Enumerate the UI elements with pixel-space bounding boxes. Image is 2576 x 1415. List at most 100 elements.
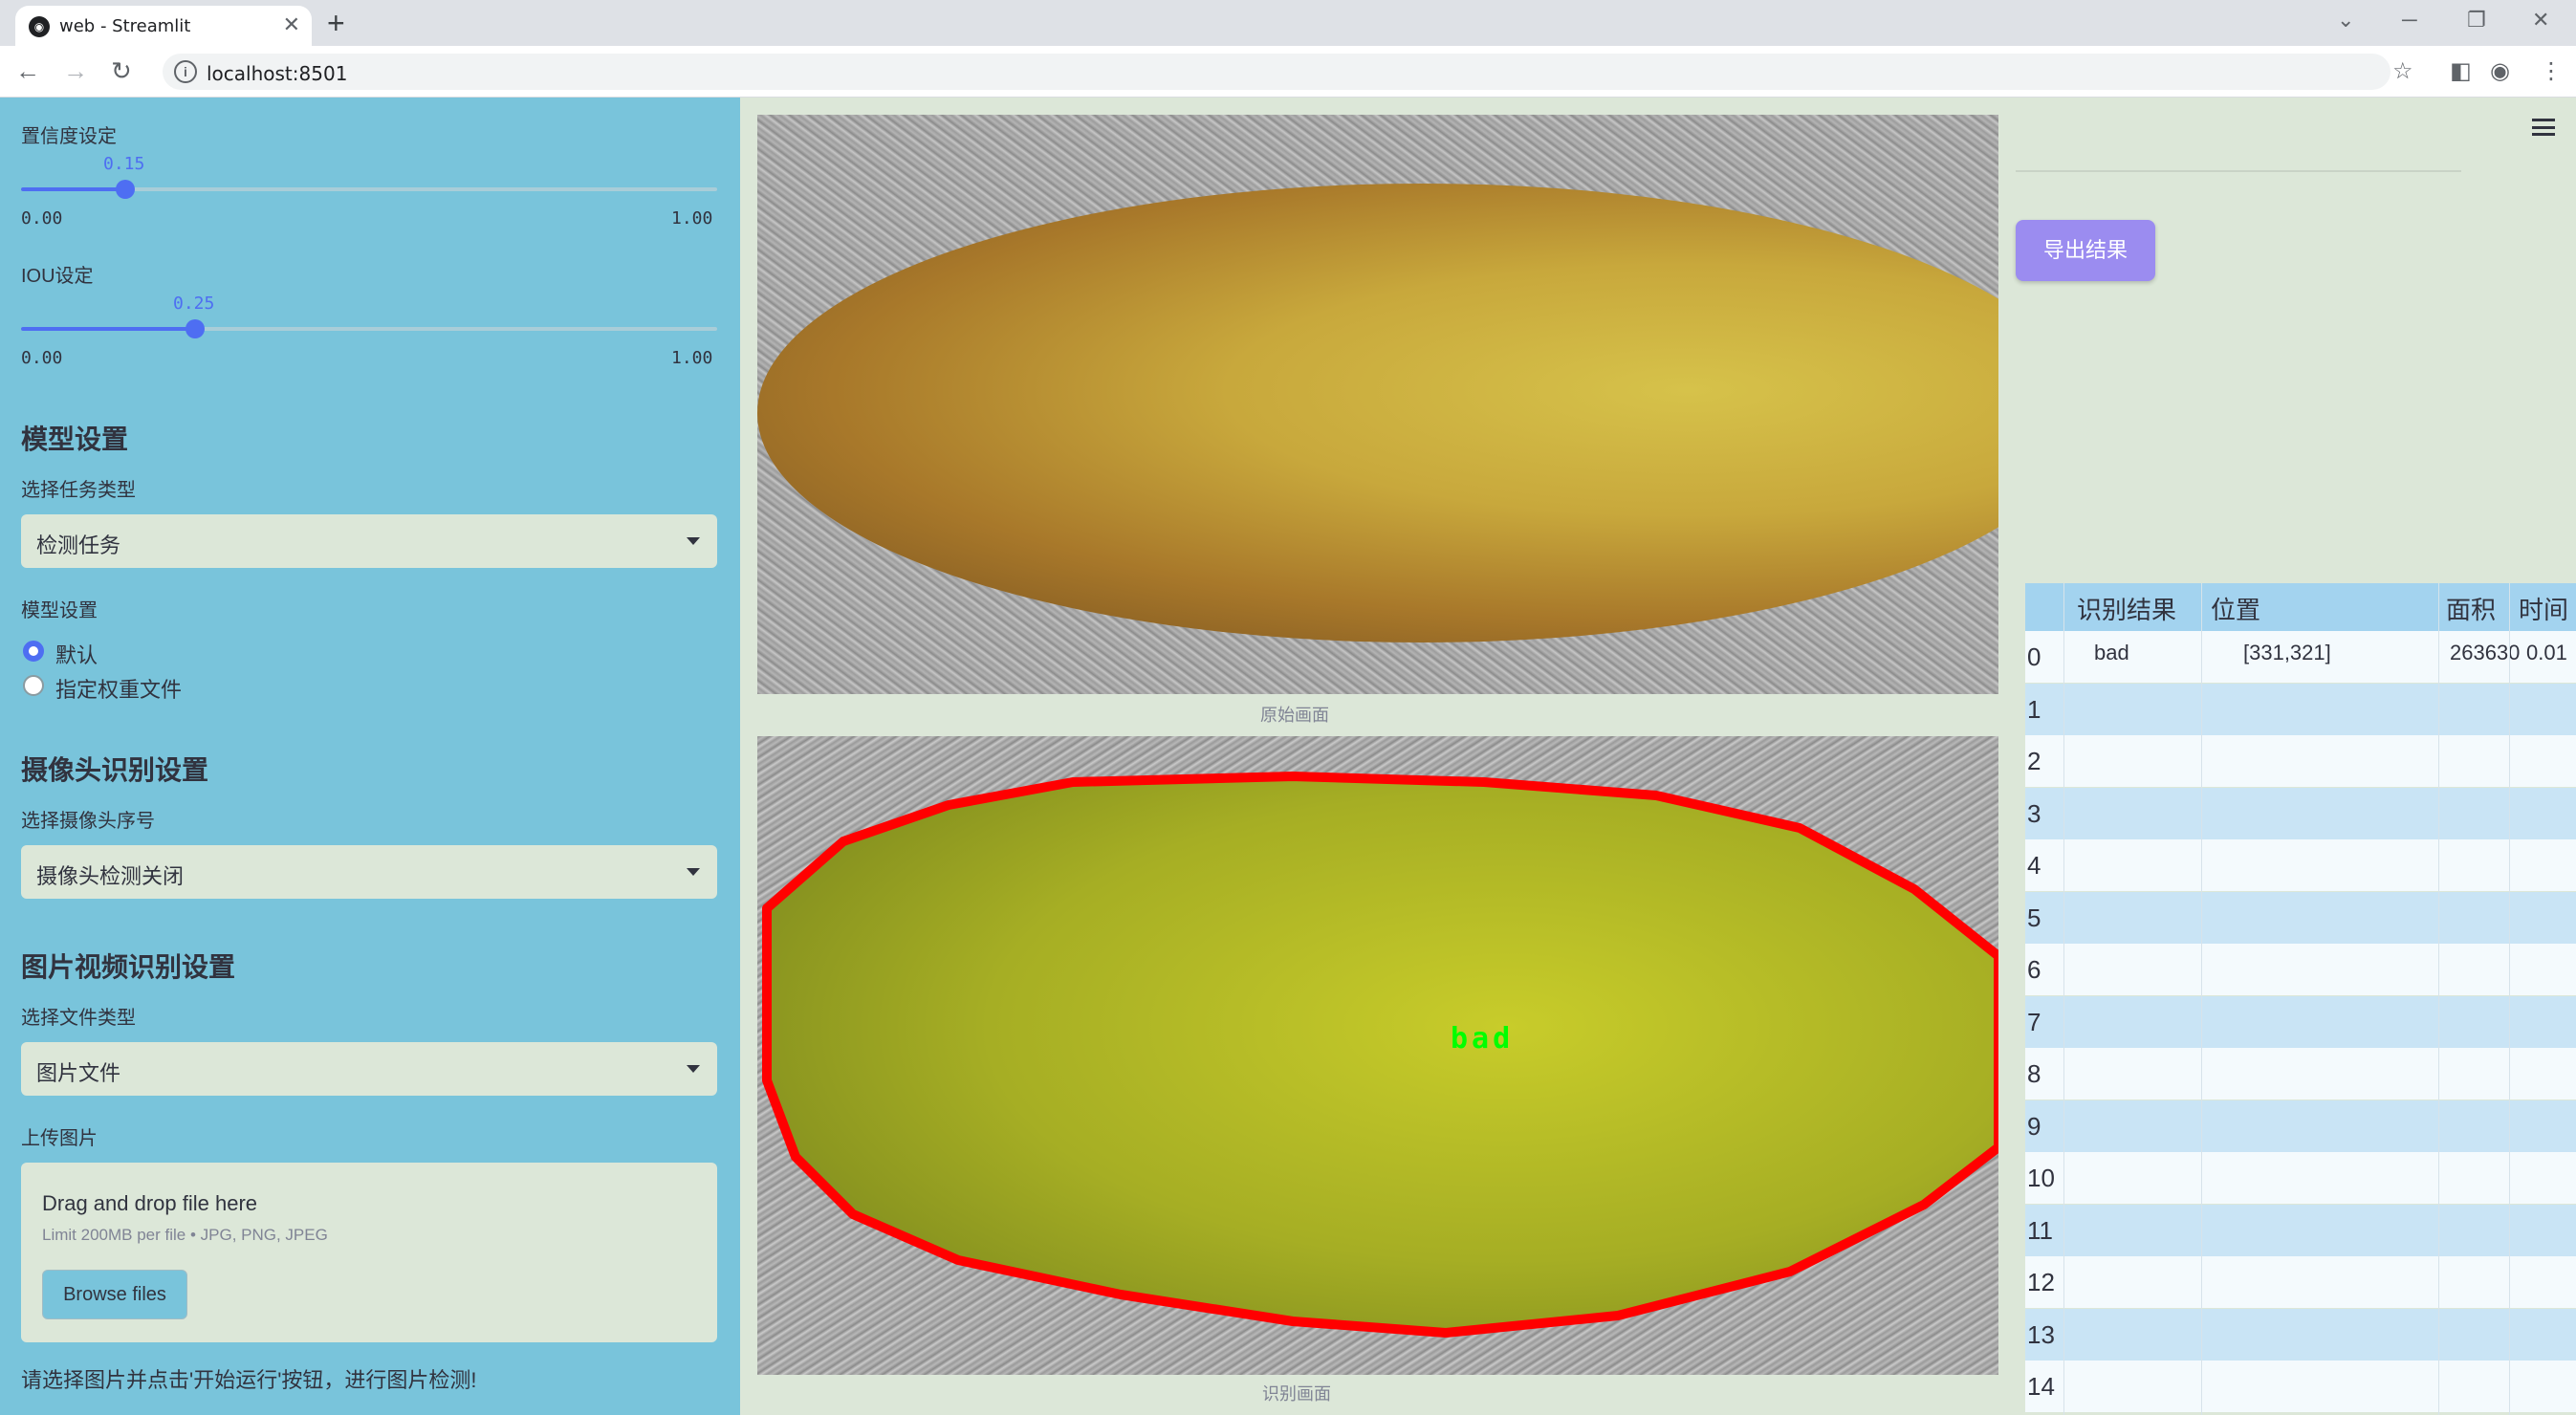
row-index: 5 (2027, 903, 2041, 932)
radio-off-icon[interactable] (23, 675, 44, 696)
back-icon[interactable]: ← (15, 56, 40, 86)
table-row[interactable]: 8 (2025, 1048, 2576, 1099)
camera-select[interactable]: 摄像头检测关闭 (21, 845, 717, 899)
iou-slider[interactable] (21, 319, 717, 338)
url-text: localhost:8501 (207, 62, 348, 85)
file-type-select[interactable]: 图片文件 (21, 1042, 717, 1096)
confidence-slider-thumb[interactable] (116, 180, 135, 199)
dropzone-title: Drag and drop file here (42, 1191, 258, 1215)
table-row[interactable]: 9 (2025, 1099, 2576, 1152)
radio-custom-weights-label: 指定权重文件 (55, 678, 183, 702)
radio-on-icon[interactable] (23, 641, 44, 662)
model-setting-label: 模型设置 (21, 600, 98, 621)
column-divider (2063, 583, 2064, 1415)
tab-close-icon[interactable]: ✕ (283, 12, 300, 37)
new-tab-icon[interactable]: + (327, 6, 345, 41)
browser-tab-bar: ◉ web - Streamlit ✕ + ⌄ ─ ❐ ✕ (0, 0, 2576, 46)
upload-label: 上传图片 (21, 1128, 98, 1149)
camera-section-heading: 摄像头识别设置 (21, 755, 209, 785)
row-index: 10 (2027, 1164, 2055, 1192)
original-image (757, 115, 1998, 694)
confidence-slider[interactable] (21, 180, 717, 199)
column-header-area[interactable]: 面积 (2446, 591, 2496, 626)
row-index: 14 (2027, 1372, 2055, 1401)
task-type-label: 选择任务类型 (21, 480, 136, 501)
confidence-label: 置信度设定 (21, 126, 117, 147)
site-info-icon[interactable]: i (174, 60, 197, 83)
export-results-button[interactable]: 导出结果 (2016, 220, 2155, 281)
browser-tab[interactable]: ◉ web - Streamlit ✕ (15, 6, 312, 46)
row-index: 2 (2027, 747, 2041, 775)
cell-time: 0.01 (2526, 641, 2567, 664)
row-index: 12 (2027, 1268, 2055, 1296)
chevron-down-icon (687, 537, 700, 545)
table-row[interactable]: 3 (2025, 787, 2576, 839)
hamburger-menu-icon[interactable] (2532, 119, 2555, 136)
row-index: 6 (2027, 955, 2041, 984)
iou-min: 0.00 (21, 348, 63, 368)
table-header: 识别结果 位置 面积 时间 (2025, 583, 2576, 631)
table-row[interactable]: 12 (2025, 1256, 2576, 1308)
table-row[interactable]: 14 (2025, 1361, 2576, 1412)
file-dropzone[interactable]: Drag and drop file here Limit 200MB per … (21, 1163, 717, 1342)
column-header-position[interactable]: 位置 (2211, 591, 2260, 626)
column-divider (2509, 583, 2510, 1415)
row-index: 11 (2027, 1215, 2053, 1245)
sidebar: 置信度设定 0.15 0.00 1.00 IOU设定 0.25 0.00 1.0… (0, 98, 740, 1415)
detection-label: bad (1451, 1022, 1514, 1056)
dropzone-limit: Limit 200MB per file • JPG, PNG, JPEG (42, 1226, 328, 1244)
row-index: 9 (2027, 1111, 2041, 1141)
table-row[interactable]: 6 (2025, 944, 2576, 995)
table-row[interactable]: 4 (2025, 839, 2576, 891)
chevron-down-icon (687, 868, 700, 876)
table-row[interactable]: 2 (2025, 735, 2576, 787)
row-index: 0 (2027, 642, 2041, 671)
confidence-value: 0.15 (103, 154, 145, 174)
column-header-time[interactable]: 时间 (2519, 591, 2568, 626)
side-panel-icon[interactable]: ◧ (2450, 57, 2472, 85)
table-row[interactable]: 5 (2025, 891, 2576, 944)
task-type-select[interactable]: 检测任务 (21, 514, 717, 568)
profile-avatar-icon[interactable]: ◉ (2490, 57, 2510, 85)
iou-label: IOU设定 (21, 266, 94, 287)
tab-title: web - Streamlit (59, 16, 191, 36)
omnibox[interactable]: i localhost:8501 (163, 54, 2390, 90)
browse-files-button[interactable]: Browse files (42, 1270, 187, 1319)
confidence-min: 0.00 (21, 208, 63, 229)
reload-icon[interactable]: ↻ (111, 56, 132, 86)
cell-result: bad (2094, 641, 2129, 664)
results-table[interactable]: 识别结果 位置 面积 时间 0 bad [331,321] 263630 0.01 1 2 3… (2025, 583, 2576, 1415)
tab-search-chevron-icon[interactable]: ⌄ (2337, 8, 2354, 33)
divider (2016, 170, 2461, 172)
column-divider (2201, 583, 2202, 1415)
table-row[interactable]: 10 (2025, 1152, 2576, 1204)
minimize-icon[interactable]: ─ (2402, 8, 2417, 33)
restore-icon[interactable]: ❐ (2467, 8, 2486, 33)
camera-value: 摄像头检测关闭 (36, 864, 185, 888)
forward-icon[interactable]: → (63, 56, 88, 86)
table-row[interactable]: 1 (2025, 683, 2576, 735)
media-section-heading: 图片视频识别设置 (21, 952, 236, 982)
column-divider (2438, 583, 2439, 1415)
browser-menu-icon[interactable]: ⋮ (2540, 57, 2563, 85)
iou-slider-thumb[interactable] (186, 319, 205, 338)
column-header-result[interactable]: 识别结果 (2077, 591, 2176, 626)
window-close-icon[interactable]: ✕ (2532, 8, 2549, 33)
confidence-slider-fill (21, 187, 125, 191)
row-index: 1 (2027, 694, 2041, 724)
detection-mask-polygon (762, 772, 1998, 1338)
chevron-down-icon (687, 1065, 700, 1073)
bookmark-star-icon[interactable]: ☆ (2392, 57, 2413, 85)
detection-image: bad (757, 736, 1998, 1375)
row-index: 13 (2027, 1319, 2055, 1349)
model-section-heading: 模型设置 (21, 424, 129, 454)
iou-value: 0.25 (173, 294, 215, 314)
table-row[interactable]: 0 bad [331,321] 263630 0.01 (2025, 631, 2576, 683)
detection-overlay: bad (762, 772, 1998, 1338)
sidebar-note: 请选择图片并点击'开始运行'按钮，进行图片检测! (21, 1368, 477, 1392)
row-index: 3 (2027, 798, 2041, 828)
row-index: 7 (2027, 1007, 2041, 1036)
table-row[interactable]: 11 (2025, 1204, 2576, 1256)
table-row[interactable]: 7 (2025, 995, 2576, 1048)
table-row[interactable]: 13 (2025, 1308, 2576, 1361)
